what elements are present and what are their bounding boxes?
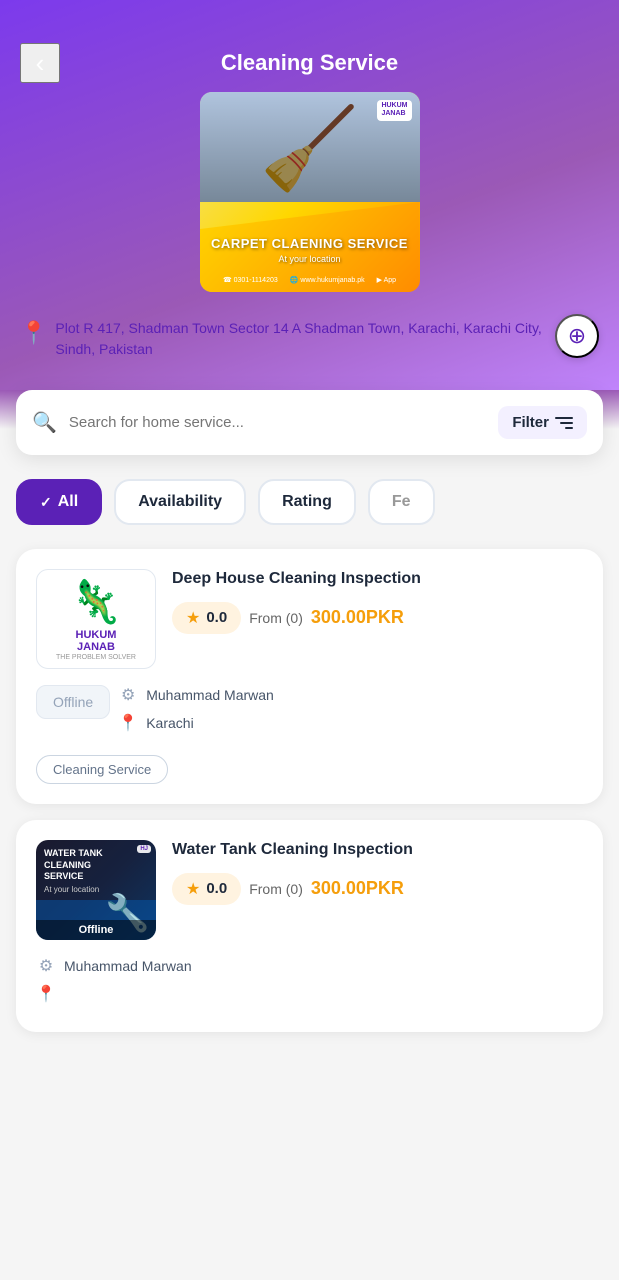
hero-image-container: 🧹 CARPET CLAENING SERVICE At your locati… [20, 92, 599, 292]
category-availability-label: Availability [138, 493, 222, 511]
rating-badge: ★ 0.0 [172, 602, 241, 634]
services-list: 🦎 HUKUM JANAB THE PROBLEM SOLVER Deep Ho… [0, 541, 619, 1056]
star-icon-2: ★ [186, 879, 200, 899]
card-2-bottom: ⚙ Muhammad Marwan 📍 [36, 956, 583, 1012]
search-icon: 🔍 [32, 410, 57, 435]
card-1-rating-row: ★ 0.0 From (0) 300.00PKR [172, 602, 583, 634]
back-button[interactable]: ‹ [20, 43, 60, 83]
card-location-icon: 📍 [118, 713, 138, 733]
search-section: 🔍 Filter [16, 390, 603, 455]
provider-name: Muhammad Marwan [146, 687, 274, 703]
card-1-tags: Cleaning Service [36, 755, 583, 784]
category-rating-label: Rating [282, 493, 332, 511]
gps-button[interactable]: ⊕ [555, 314, 599, 358]
from-text-2: From (0) [249, 881, 303, 897]
page-title: Cleaning Service [221, 50, 398, 76]
category-pill-featured[interactable]: Fe [368, 479, 435, 525]
provider-row-2: ⚙ Muhammad Marwan [36, 956, 583, 976]
location-text: Plot R 417, Shadman Town Sector 14 A Sha… [55, 318, 543, 360]
rating-number-2: 0.0 [206, 880, 227, 897]
provider-name-2: Muhammad Marwan [64, 958, 192, 974]
filter-button[interactable]: Filter [498, 406, 587, 439]
provider-icon: ⚙ [118, 685, 138, 705]
filter-label: Filter [512, 414, 549, 431]
hero-section: ‹ Cleaning Service 🧹 CARPET CLAENING SER… [0, 0, 619, 390]
category-pill-availability[interactable]: Availability [114, 479, 246, 525]
hero-text-overlay: CARPET CLAENING SERVICE At your location [200, 236, 420, 264]
card-1-info: Deep House Cleaning Inspection ★ 0.0 Fro… [172, 569, 583, 669]
card-2-title: Water Tank Cleaning Inspection [172, 840, 583, 861]
filter-lines-icon [555, 417, 573, 429]
categories-row: ✓ All Availability Rating Fe [0, 455, 619, 541]
check-icon: ✓ [40, 494, 52, 511]
location-row: 📍 Plot R 417, Shadman Town Sector 14 A S… [0, 308, 619, 360]
gps-icon: ⊕ [568, 323, 586, 349]
category-all-label: All [58, 493, 78, 511]
hero-logo: HUKUM JANAB [377, 100, 411, 121]
card-1-top: 🦎 HUKUM JANAB THE PROBLEM SOLVER Deep Ho… [36, 569, 583, 669]
hero-contact-bar: ☎ 0301-1114203 🌐 www.hukumjanab.pk ▶ App [200, 276, 420, 284]
card-2-rating-row: ★ 0.0 From (0) 300.00PKR [172, 873, 583, 905]
card-1-title: Deep House Cleaning Inspection [172, 569, 583, 590]
provider-row: ⚙ Muhammad Marwan [118, 685, 583, 705]
search-input[interactable] [69, 414, 486, 431]
hero-sub-text: At your location [200, 254, 420, 264]
service-card-2[interactable]: WATER TANK CLEANING SERVICE At your loca… [16, 820, 603, 1032]
location-pin-icon: 📍 [20, 320, 47, 346]
hero-main-text: CARPET CLAENING SERVICE [200, 236, 420, 252]
category-pill-rating[interactable]: Rating [258, 479, 356, 525]
card-2-info: Water Tank Cleaning Inspection ★ 0.0 Fro… [172, 840, 583, 940]
card-1-bottom: Offline ⚙ Muhammad Marwan 📍 Karachi [36, 685, 583, 741]
hero-web: 🌐 www.hukumjanab.pk [290, 276, 365, 284]
card-location-icon-2: 📍 [36, 984, 56, 1004]
tag-cleaning-service[interactable]: Cleaning Service [36, 755, 168, 784]
card-2-logo: WATER TANK CLEANING SERVICE At your loca… [36, 840, 156, 940]
hero-banner-image: 🧹 CARPET CLAENING SERVICE At your locati… [200, 92, 420, 292]
star-icon: ★ [186, 608, 200, 628]
service-card-1[interactable]: 🦎 HUKUM JANAB THE PROBLEM SOLVER Deep Ho… [16, 549, 603, 804]
price-text-2: 300.00PKR [311, 878, 404, 899]
back-arrow-icon: ‹ [36, 50, 45, 76]
card-1-logo: 🦎 HUKUM JANAB THE PROBLEM SOLVER [36, 569, 156, 669]
hero-phone: ☎ 0301-1114203 [223, 276, 278, 284]
price-text: 300.00PKR [311, 607, 404, 628]
top-bar: ‹ Cleaning Service [0, 0, 619, 92]
card-1-details: ⚙ Muhammad Marwan 📍 Karachi [118, 685, 583, 741]
category-featured-label: Fe [392, 493, 411, 511]
location-left: 📍 Plot R 417, Shadman Town Sector 14 A S… [20, 318, 543, 360]
offline-badge-1[interactable]: Offline [36, 685, 110, 719]
location-row-card: 📍 Karachi [118, 713, 583, 733]
from-text: From (0) [249, 610, 303, 626]
category-pill-all[interactable]: ✓ All [16, 479, 102, 525]
card-2-top: WATER TANK CLEANING SERVICE At your loca… [36, 840, 583, 940]
water-title-text: WATER TANK CLEANING SERVICE At your loca… [44, 848, 103, 894]
card-location-text: Karachi [146, 715, 193, 731]
location-row-card-2: 📍 [36, 984, 583, 1004]
card-2-details: ⚙ Muhammad Marwan 📍 [36, 956, 583, 1012]
hukum-logo-image: 🦎 HUKUM JANAB THE PROBLEM SOLVER [37, 570, 155, 668]
hero-playstore: ▶ App [377, 276, 396, 284]
hukum-brand: HUKUM JANAB THE PROBLEM SOLVER [56, 629, 136, 661]
provider-icon-2: ⚙ [36, 956, 56, 976]
card2-offline-overlay: Offline [36, 920, 156, 940]
rating-number: 0.0 [206, 609, 227, 626]
hukum-snake-icon: 🦎 [70, 578, 122, 627]
card2-logo-badge: HJ [137, 845, 151, 853]
rating-badge-2: ★ 0.0 [172, 873, 241, 905]
